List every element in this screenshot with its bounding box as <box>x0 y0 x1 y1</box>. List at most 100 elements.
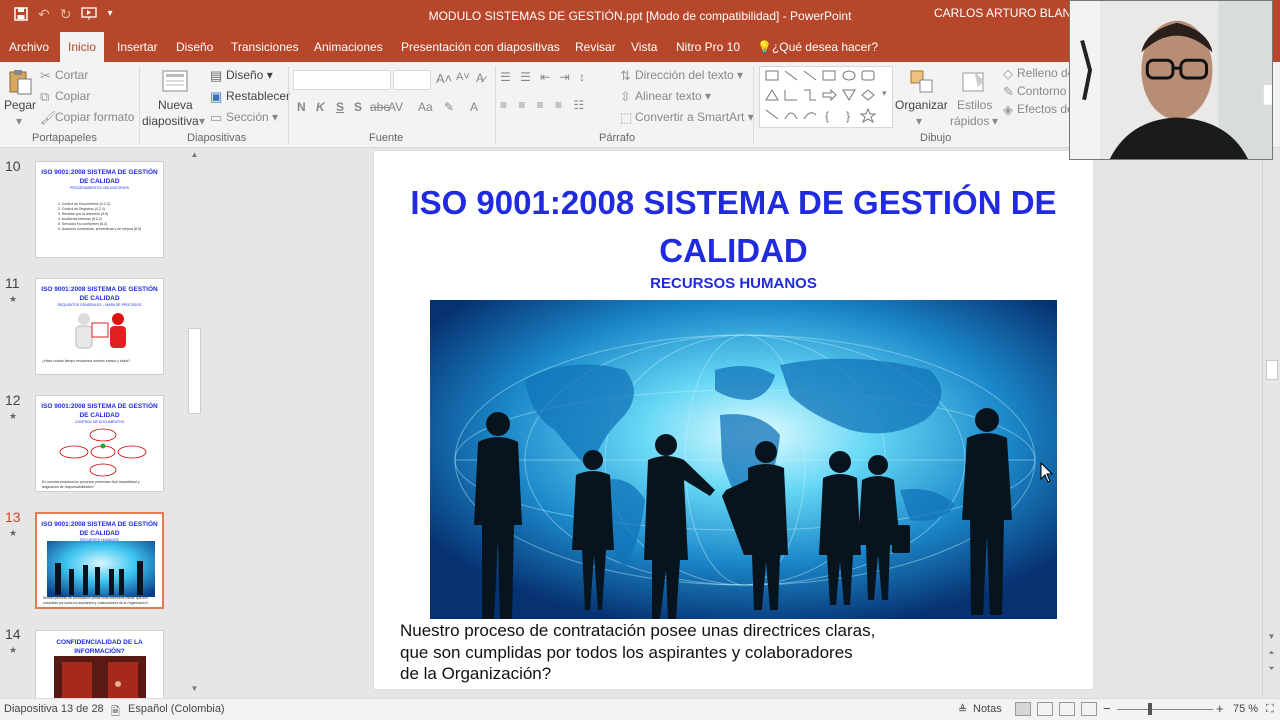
change-case-button[interactable]: Aa <box>418 100 433 114</box>
tab-insertar[interactable]: Insertar <box>117 32 158 62</box>
new-slide-label-2[interactable]: diapositiva <box>142 114 199 128</box>
shape-effects-button[interactable]: Efectos de <box>1017 102 1074 116</box>
zoom-level[interactable]: 75 % <box>1233 703 1258 715</box>
shadow-button[interactable]: S <box>354 100 362 114</box>
slide-thumbnail-13[interactable]: ISO 9001:2008 SISTEMA DE GESTIÓN DE CALI… <box>35 512 164 609</box>
previous-slide-icon[interactable]: ⏶ <box>1263 648 1280 658</box>
paste-button[interactable]: Pegar <box>4 98 36 112</box>
slide-title[interactable]: ISO 9001:2008 SISTEMA DE GESTIÓN DE CALI… <box>374 179 1093 275</box>
layout-button[interactable]: Diseño ▾ <box>226 68 273 82</box>
quick-styles-label-2[interactable]: rápidos <box>950 114 989 128</box>
slide-thumbnail-14[interactable]: CONFIDENCIALIDAD DE LA INFORMACIÓN? <box>35 630 164 698</box>
scroll-down-icon[interactable]: ▼ <box>186 682 203 696</box>
font-name-input[interactable] <box>293 70 391 90</box>
thumb-subtitle: REQUISITOS GENERALES – MAPA DE PROCESOS <box>57 303 142 307</box>
char-spacing-button[interactable]: AV <box>388 100 403 114</box>
tab-presentacion[interactable]: Presentación con diapositivas <box>401 32 560 62</box>
zoom-out-button[interactable]: − <box>1103 701 1111 716</box>
thumb-number: 14 <box>5 626 21 642</box>
thumb-title: ISO 9001:2008 SISTEMA DE GESTIÓN DE CALI… <box>41 521 158 537</box>
slide-scrollbar[interactable]: ▼ ⏶ ⏷ <box>1262 148 1280 698</box>
notes-button[interactable]: Notas <box>973 703 1002 715</box>
new-slide-label-1[interactable]: Nueva <box>158 98 193 112</box>
next-slide-icon[interactable]: ⏷ <box>1263 664 1280 674</box>
quick-styles-label-1[interactable]: Estilos <box>957 98 992 112</box>
thumb-body: En nuestra empresa los procesos presenta… <box>42 480 140 489</box>
shrink-font-icon[interactable]: A˅ <box>456 71 470 83</box>
bold-button[interactable]: N <box>297 100 306 114</box>
slideshow-button[interactable] <box>1081 702 1097 716</box>
fit-slide-icon[interactable]: ⛶ <box>1266 703 1274 716</box>
scroll-down-icon[interactable]: ▼ <box>1263 632 1280 641</box>
arrange-icon[interactable] <box>908 68 936 96</box>
highlight-icon[interactable]: ✎ <box>444 100 454 114</box>
thumbnails-scrollbar[interactable]: ▲ ▼ <box>186 148 203 698</box>
paste-dropdown-icon[interactable]: ▾ <box>16 114 22 128</box>
tab-diseno[interactable]: Diseño <box>176 32 213 62</box>
shapes-gallery[interactable]: {} <box>759 66 893 128</box>
tab-vista[interactable]: Vista <box>631 32 657 62</box>
strike-button[interactable]: abc <box>370 100 389 114</box>
business-people-world-map-image[interactable] <box>430 300 1057 619</box>
effects-icon: ◈ <box>1003 102 1013 117</box>
group-separator <box>139 66 140 144</box>
gallery-more-icon[interactable]: ▾ <box>882 88 887 99</box>
mouse-cursor-icon <box>1040 462 1054 483</box>
paste-icon[interactable] <box>6 68 34 96</box>
tab-inicio[interactable]: Inicio <box>60 32 105 62</box>
shape-outline-button[interactable]: Contorno <box>1017 84 1066 98</box>
underline-button[interactable]: S <box>336 100 344 114</box>
format-painter-button[interactable]: Copiar formato <box>55 110 134 124</box>
language-status[interactable]: Español (Colombia) <box>128 703 225 715</box>
text-direction-button[interactable]: Dirección del texto ▾ <box>635 68 743 82</box>
reading-view-button[interactable] <box>1059 702 1075 716</box>
font-color-button[interactable]: A <box>470 100 478 114</box>
smartart-button[interactable]: Convertir a SmartArt ▾ <box>635 110 754 124</box>
normal-view-button[interactable] <box>1015 702 1031 716</box>
zoom-in-button[interactable]: + <box>1216 701 1224 716</box>
slide-subtitle[interactable]: RECURSOS HUMANOS <box>374 275 1093 292</box>
slide-thumbnail-10[interactable]: ISO 9001:2008 SISTEMA DE GESTIÓN DE CALI… <box>35 161 164 258</box>
current-slide[interactable]: ISO 9001:2008 SISTEMA DE GESTIÓN DE CALI… <box>374 151 1093 689</box>
shape-fill-button[interactable]: Relleno de <box>1017 66 1074 80</box>
tab-nitro[interactable]: Nitro Pro 10 <box>676 32 740 62</box>
slide-thumbnail-12[interactable]: ISO 9001:2008 SISTEMA DE GESTIÓN DE CALI… <box>35 395 164 492</box>
webcam-overlay-image <box>1069 0 1273 160</box>
quick-styles-dropdown-icon[interactable]: ▾ <box>992 114 998 128</box>
section-button[interactable]: Sección ▾ <box>226 110 278 124</box>
quick-styles-icon[interactable] <box>960 68 988 96</box>
scroll-thumb[interactable] <box>1266 360 1278 380</box>
tab-archivo[interactable]: Archivo <box>9 32 49 62</box>
slide-body-text[interactable]: Nuestro proceso de contratación posee un… <box>400 620 1060 685</box>
scroll-thumb[interactable] <box>188 328 201 414</box>
align-buttons[interactable]: ≡ ≡ ≡ ≡ ☷ <box>500 98 588 112</box>
new-slide-dropdown-icon[interactable]: ▾ <box>199 114 205 128</box>
notes-icon[interactable]: ≜ <box>958 703 967 716</box>
zoom-slider-knob[interactable] <box>1148 703 1152 715</box>
section-icon: ▭ <box>210 110 223 125</box>
arrange-button[interactable]: Organizar <box>895 98 948 112</box>
font-size-input[interactable] <box>393 70 431 90</box>
zoom-slider-track[interactable] <box>1117 709 1213 710</box>
new-slide-icon[interactable] <box>160 68 190 96</box>
arrange-dropdown-icon[interactable]: ▾ <box>916 114 922 128</box>
align-text-button[interactable]: Alinear texto ▾ <box>635 89 711 103</box>
tab-revisar[interactable]: Revisar <box>575 32 616 62</box>
clear-format-icon[interactable]: A̷ <box>476 71 484 85</box>
slide-sorter-button[interactable] <box>1037 702 1053 716</box>
thumb-body: 1. Control de Documentos (4.2.3) 2. Cont… <box>58 202 142 231</box>
scroll-up-icon[interactable]: ▲ <box>186 148 203 162</box>
copy-button[interactable]: Copiar <box>55 89 90 103</box>
tell-me-search[interactable]: 💡¿Qué desea hacer? <box>757 32 878 62</box>
cut-button[interactable]: Cortar <box>55 68 88 82</box>
grow-font-icon[interactable]: A˄ <box>436 71 452 86</box>
tab-transiciones[interactable]: Transiciones <box>231 32 299 62</box>
tab-animaciones[interactable]: Animaciones <box>314 32 383 62</box>
slide-thumbnail-11[interactable]: ISO 9001:2008 SISTEMA DE GESTIÓN DE CALI… <box>35 278 164 375</box>
list-buttons[interactable]: ☰ ☰ ⇤ ⇥ ↕ <box>500 70 588 84</box>
italic-button[interactable]: K <box>316 100 325 114</box>
spellcheck-icon[interactable]: 🗎 <box>111 703 120 720</box>
reset-button[interactable]: Restablecer <box>226 89 290 103</box>
text-direction-icon: ⇅ <box>620 68 631 83</box>
user-name[interactable]: CARLOS ARTURO BLANDO <box>934 6 1089 20</box>
